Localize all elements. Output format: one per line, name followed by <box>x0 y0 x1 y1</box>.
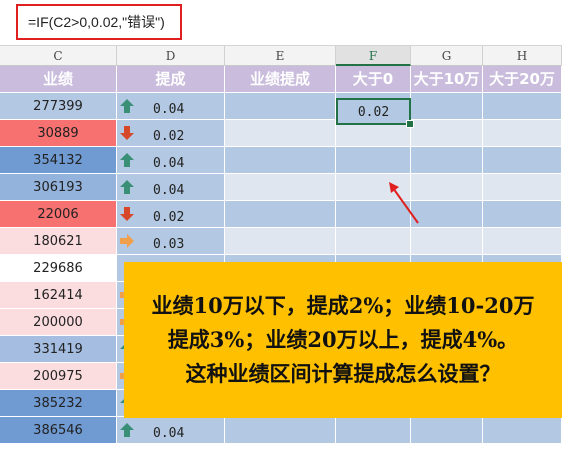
arrow-right-icon <box>119 233 135 249</box>
header-cell-performance-commission[interactable]: 业绩提成 <box>225 66 336 93</box>
performance-cell[interactable]: 22006 <box>0 201 117 228</box>
gt-100k-cell[interactable] <box>411 228 483 255</box>
commission-value: 0.04 <box>153 156 185 171</box>
commission-value: 0.04 <box>153 183 185 198</box>
commission-cell[interactable]: 0.02 <box>117 201 225 228</box>
red-annotation-arrow <box>389 182 419 224</box>
header-cell-gt-100k[interactable]: 大于10万 <box>411 66 483 93</box>
gt-100k-cell[interactable] <box>411 147 483 174</box>
commission-cell[interactable]: 0.03 <box>117 228 225 255</box>
performance-cell[interactable]: 386546 <box>0 417 117 444</box>
performance-cell[interactable]: 331419 <box>0 336 117 363</box>
formula-bar: =IF(C2>0,0.02,"错误") <box>0 0 562 46</box>
performance-cell[interactable]: 306193 <box>0 174 117 201</box>
header-cell-gt-0[interactable]: 大于0 <box>336 66 411 93</box>
header-cell-gt-200k[interactable]: 大于20万 <box>483 66 562 93</box>
arrow-down-icon <box>119 125 135 141</box>
gt-100k-cell[interactable] <box>411 93 483 120</box>
performance-cell[interactable]: 354132 <box>0 147 117 174</box>
gt-0-cell[interactable] <box>336 417 411 444</box>
column-header-d[interactable]: D <box>117 46 225 66</box>
column-header-bar: C D E F G H <box>0 46 562 66</box>
arrow-up-icon <box>119 98 135 114</box>
banner-line-2: 提成3%；业绩20万以上，提成4%。 <box>167 327 519 352</box>
column-header-e[interactable]: E <box>225 46 336 66</box>
banner-line-1: 业绩10万以下，提成2%；业绩10-20万 <box>151 293 535 318</box>
commission-cell[interactable]: 0.04 <box>117 93 225 120</box>
column-header-c[interactable]: C <box>0 46 117 66</box>
table-row: 277399 0.04 <box>0 93 562 120</box>
performance-commission-cell[interactable] <box>225 147 336 174</box>
commission-value: 0.02 <box>153 210 185 225</box>
gt-200k-cell[interactable] <box>483 93 562 120</box>
commission-cell[interactable]: 0.04 <box>117 147 225 174</box>
table-row: 180621 0.03 <box>0 228 562 255</box>
arrow-up-icon <box>119 179 135 195</box>
performance-commission-cell[interactable] <box>225 201 336 228</box>
gt-200k-cell[interactable] <box>483 147 562 174</box>
gt-200k-cell[interactable] <box>483 201 562 228</box>
gt-200k-cell[interactable] <box>483 120 562 147</box>
table-row: 354132 0.04 <box>0 147 562 174</box>
fill-handle[interactable] <box>406 120 414 128</box>
performance-commission-cell[interactable] <box>225 174 336 201</box>
arrow-up-icon <box>119 422 135 438</box>
performance-cell[interactable]: 180621 <box>0 228 117 255</box>
arrow-up-icon <box>119 152 135 168</box>
commission-cell[interactable]: 0.04 <box>117 417 225 444</box>
performance-commission-cell[interactable] <box>225 228 336 255</box>
formula-input[interactable]: =IF(C2>0,0.02,"错误") <box>16 4 182 40</box>
active-cell-f2[interactable]: 0.02 <box>336 98 411 125</box>
gt-200k-cell[interactable] <box>483 174 562 201</box>
performance-cell[interactable]: 277399 <box>0 93 117 120</box>
performance-cell[interactable]: 30889 <box>0 120 117 147</box>
gt-100k-cell[interactable] <box>411 120 483 147</box>
gt-100k-cell[interactable] <box>411 417 483 444</box>
commission-value: 0.04 <box>153 102 185 117</box>
banner-line-3: 这种业绩区间计算提成怎么设置？ <box>185 361 501 386</box>
commission-cell[interactable]: 0.02 <box>117 120 225 147</box>
header-cell-performance[interactable]: 业绩 <box>0 66 117 93</box>
table-row: 386546 0.04 <box>0 417 562 444</box>
question-banner: 业绩10万以下，提成2%；业绩10-20万 提成3%；业绩20万以上，提成4%。… <box>124 262 562 418</box>
performance-cell[interactable]: 385232 <box>0 390 117 417</box>
column-header-f[interactable]: F <box>336 46 411 66</box>
commission-cell[interactable]: 0.04 <box>117 174 225 201</box>
performance-commission-cell[interactable] <box>225 93 336 120</box>
table-row: 30889 0.02 <box>0 120 562 147</box>
commission-value: 0.03 <box>153 237 185 252</box>
arrow-down-icon <box>119 206 135 222</box>
table-row: 306193 0.04 <box>0 174 562 201</box>
performance-cell[interactable]: 229686 <box>0 255 117 282</box>
column-header-g[interactable]: G <box>411 46 483 66</box>
column-header-h[interactable]: H <box>483 46 562 66</box>
table-row: 22006 0.02 <box>0 201 562 228</box>
commission-value: 0.02 <box>153 129 185 144</box>
gt-0-cell[interactable] <box>336 147 411 174</box>
performance-cell[interactable]: 200000 <box>0 309 117 336</box>
performance-cell[interactable]: 162414 <box>0 282 117 309</box>
header-cell-commission[interactable]: 提成 <box>117 66 225 93</box>
performance-commission-cell[interactable] <box>225 417 336 444</box>
performance-commission-cell[interactable] <box>225 120 336 147</box>
performance-cell[interactable]: 200975 <box>0 363 117 390</box>
commission-value: 0.04 <box>153 426 185 441</box>
gt-0-cell[interactable] <box>336 228 411 255</box>
header-row: 业绩 提成 业绩提成 大于0 大于10万 大于20万 <box>0 66 562 93</box>
gt-200k-cell[interactable] <box>483 417 562 444</box>
gt-200k-cell[interactable] <box>483 228 562 255</box>
